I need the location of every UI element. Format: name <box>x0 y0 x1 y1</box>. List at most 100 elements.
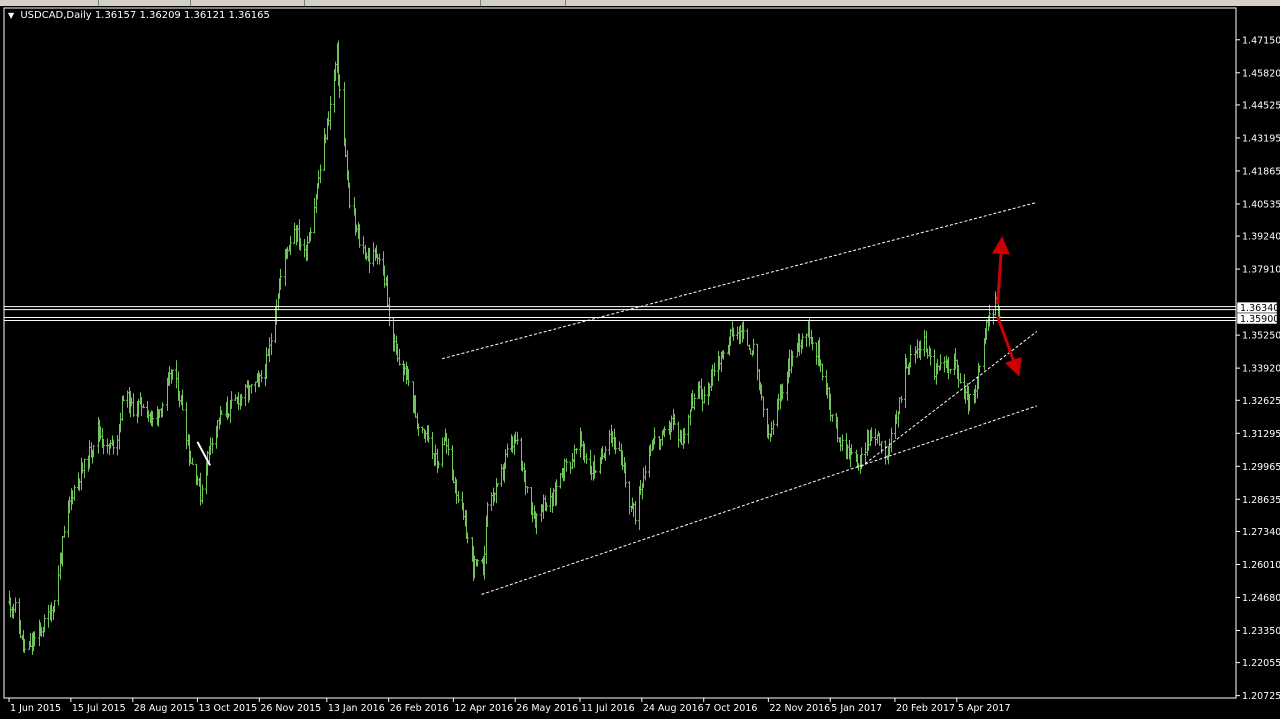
ohlc-bar <box>447 438 450 456</box>
ohlc-bar <box>900 396 903 404</box>
ohlc-bar <box>634 501 637 525</box>
ohlc-bar <box>677 421 680 448</box>
ohlc-bar <box>234 394 237 401</box>
price-box-label: 1.36340 <box>1240 303 1279 314</box>
y-tick-label: 1.43195 <box>1242 133 1280 144</box>
ohlc-bar <box>575 448 578 455</box>
ohlc-bar <box>713 362 716 377</box>
x-tick-label: 13 Oct 2015 <box>198 703 257 714</box>
ohlc-bar <box>506 443 509 458</box>
ohlc-bar <box>116 435 119 456</box>
ohlc-bar <box>821 363 824 381</box>
x-tick-label: 11 Jul 2016 <box>581 703 635 714</box>
drawn-segment <box>196 441 211 466</box>
price-chart[interactable]: 1.47150 1.45820 1.44525 1.43195 1.41865 1.405… <box>0 0 1280 719</box>
projection-arrow <box>996 316 1022 377</box>
ohlc-bar <box>441 437 444 468</box>
y-tick-label: 1.23350 <box>1242 626 1280 637</box>
y-tick-label: 1.35250 <box>1242 331 1280 342</box>
ohlc-bar <box>642 467 645 488</box>
ohlc-bar <box>388 297 391 327</box>
y-tick-label: 1.33920 <box>1242 364 1280 375</box>
ohlc-bar <box>703 386 706 404</box>
y-tick-label: 1.20725 <box>1242 691 1280 702</box>
ohlc-bar <box>815 342 818 365</box>
ohlc-bar <box>618 441 621 452</box>
x-tick-label: 26 Nov 2015 <box>260 703 321 714</box>
ohlc-bar <box>175 360 178 389</box>
ohlc-bar <box>878 432 881 446</box>
ohlc-bar <box>106 438 109 454</box>
ohlc-bar <box>992 309 995 325</box>
ohlc-bar <box>914 346 917 364</box>
ohlc-bar <box>260 370 263 383</box>
y-tick-label: 1.41865 <box>1242 166 1280 177</box>
x-tick-label: 13 Jan 2016 <box>328 703 385 714</box>
ohlc-bar <box>770 421 773 438</box>
ohlc-bar <box>201 484 204 504</box>
ohlc-bar <box>762 396 765 418</box>
chart-title-bar: ▼ USDCAD,Daily 1.36157 1.36209 1.36121 1… <box>8 10 270 21</box>
ohlc-bar <box>431 431 434 460</box>
ohlc-label: 1.36157 1.36209 1.36121 1.36165 <box>94 10 270 21</box>
ohlc-bar <box>756 343 759 381</box>
ohlc-bar <box>864 442 867 464</box>
ohlc-bar <box>516 431 519 445</box>
ohlc-bar <box>254 381 257 393</box>
y-tick-label: 1.40535 <box>1242 199 1280 210</box>
ohlc-bar <box>293 222 296 245</box>
y-tick-label: 1.32625 <box>1242 396 1280 407</box>
ohlc-bar <box>949 368 952 374</box>
y-tick-label: 1.22055 <box>1242 658 1280 669</box>
ohlc-bar <box>874 428 877 446</box>
ohlc-bar <box>585 453 588 464</box>
y-tick-label: 1.29965 <box>1242 462 1280 473</box>
y-tick-label: 1.47150 <box>1242 35 1280 46</box>
x-tick-label: 20 Feb 2017 <box>896 703 955 714</box>
ohlc-bar <box>398 348 401 366</box>
ohlc-bar <box>378 253 381 265</box>
ohlc-bar <box>270 333 273 356</box>
ohlc-bar <box>289 236 292 256</box>
ohlc-bar <box>689 409 692 426</box>
ohlc-bar <box>63 525 66 538</box>
x-tick-label: 15 Jul 2015 <box>72 703 126 714</box>
x-tick-label: 5 Apr 2017 <box>958 703 1011 714</box>
ohlc-bar <box>313 197 316 234</box>
projection-arrow <box>992 236 1010 305</box>
x-tick-label: 7 Oct 2016 <box>705 703 758 714</box>
ohlc-bar <box>628 481 631 515</box>
y-tick-label: 1.37910 <box>1242 265 1280 276</box>
ohlc-bar <box>329 95 332 130</box>
ohlc-bar <box>211 437 214 454</box>
ohlc-bar <box>772 419 775 435</box>
x-tick-label: 22 Nov 2016 <box>769 703 830 714</box>
ohlc-bar <box>185 402 188 449</box>
ohlc-bar <box>142 403 145 409</box>
ohlc-bar <box>457 490 460 504</box>
ohlc-bar <box>73 484 76 501</box>
ohlc-bar <box>929 348 932 366</box>
ohlc-bar <box>831 414 834 422</box>
ohlc-bar <box>687 414 690 444</box>
ohlc-bar <box>250 384 253 394</box>
triangle-down-icon[interactable]: ▼ <box>8 11 14 20</box>
symbol-label: USDCAD,Daily <box>20 10 92 21</box>
x-tick-label: 12 Apr 2016 <box>454 703 513 714</box>
y-tick-label: 1.39240 <box>1242 232 1280 243</box>
ohlc-bar <box>47 604 50 628</box>
ohlc-bar <box>83 458 86 479</box>
ohlc-bar <box>841 434 844 452</box>
ohlc-bar <box>421 426 424 434</box>
ohlc-bar <box>884 440 887 465</box>
ohlc-bar <box>608 429 611 456</box>
ohlc-bar <box>959 372 962 384</box>
ohlc-bar <box>573 444 576 468</box>
ohlc-bar <box>890 427 893 453</box>
ohlc-bar <box>898 397 901 415</box>
x-tick-label: 24 Aug 2016 <box>643 703 704 714</box>
ohlc-bar <box>663 426 666 438</box>
ohlc-bar <box>319 164 322 184</box>
plot-frame <box>3 7 1237 699</box>
x-tick-label: 26 Feb 2016 <box>390 703 449 714</box>
